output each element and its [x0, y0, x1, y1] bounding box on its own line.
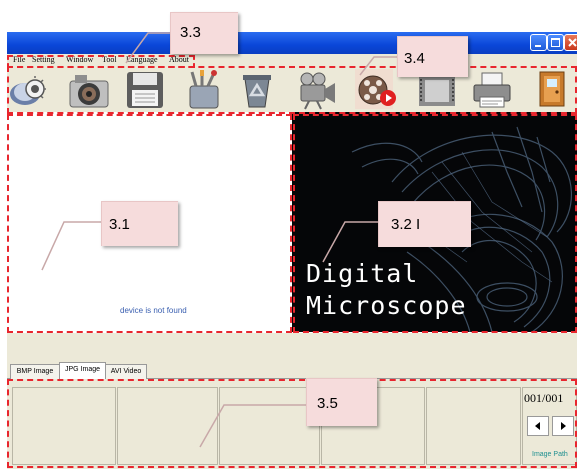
callout-toolbar: 3.4 [397, 36, 468, 77]
callout-splash-label: 3.2 I [391, 216, 421, 233]
callout-preview-label: 3.1 [109, 216, 130, 233]
callout-gallery-label: 3.5 [317, 395, 338, 412]
callout-splash: 3.2 I [378, 201, 471, 247]
callout-gallery: 3.5 [306, 378, 377, 426]
callout-menu: 3.3 [170, 12, 238, 54]
callout-menu-label: 3.3 [180, 24, 201, 41]
callout-leader-lines [41, 32, 398, 448]
callout-toolbar-label: 3.4 [404, 50, 425, 67]
callout-preview: 3.1 [101, 201, 178, 246]
